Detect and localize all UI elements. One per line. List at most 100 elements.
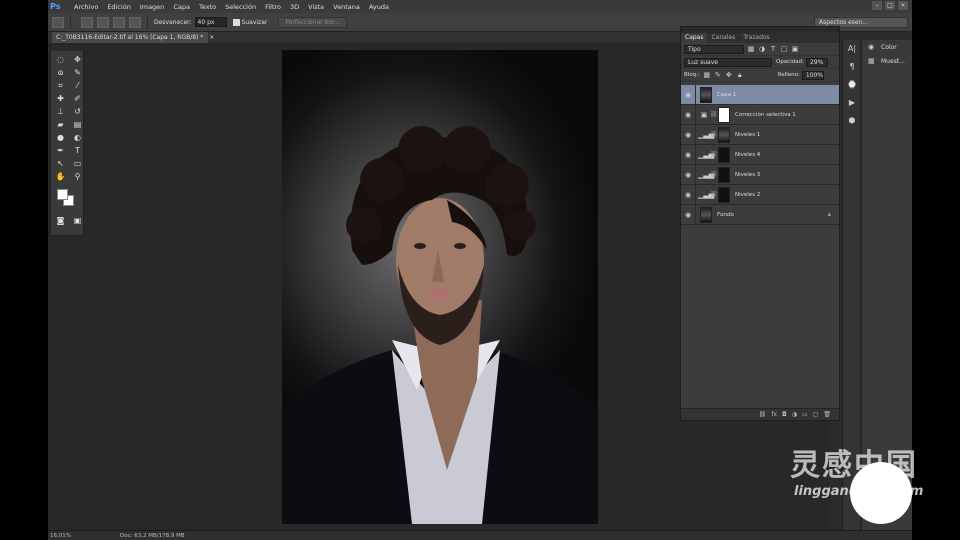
menu-3d[interactable]: 3D	[290, 3, 299, 11]
link-chain-icon[interactable]: ⛓	[710, 111, 718, 118]
dodge-tool-icon[interactable]: ◐	[70, 132, 85, 144]
mask-thumbnail[interactable]	[718, 126, 730, 143]
tab-trazados[interactable]: Trazados	[739, 33, 773, 43]
menu-texto[interactable]: Texto	[199, 3, 216, 11]
new-layer-icon[interactable]: ▢	[813, 411, 819, 418]
minimize-button[interactable]: –	[872, 1, 882, 10]
document-tab[interactable]: C:_T0B3116-Editar-2.tif al 16% (Capa 1, …	[52, 32, 214, 43]
document-info[interactable]: Doc: 63,2 MB/178,9 MB	[120, 533, 185, 539]
type-tool-icon[interactable]: T	[70, 145, 85, 157]
hand-tool-icon[interactable]: ✋	[53, 171, 68, 183]
brush-tool-icon[interactable]: ✐	[70, 93, 85, 105]
layer-name[interactable]: Niveles 4	[735, 152, 760, 158]
mask-icon[interactable]: ◘	[782, 411, 787, 418]
link-icon[interactable]: ⛓	[759, 411, 767, 418]
lasso-preset-icon[interactable]	[52, 16, 64, 28]
visibility-eye-icon[interactable]: ◉	[681, 131, 695, 139]
quick-select-tool-icon[interactable]: ✎	[70, 67, 85, 79]
feather-input[interactable]: 40 px	[194, 17, 227, 27]
pixel-filter-icon[interactable]: ▦	[747, 45, 755, 53]
character-panel-icon[interactable]: A|	[843, 40, 861, 58]
clone-stamp-tool-icon[interactable]: ⊥	[53, 106, 68, 118]
pen-tool-icon[interactable]: ✒	[53, 145, 68, 157]
menu-edicion[interactable]: Edición	[107, 3, 131, 11]
blend-mode-select[interactable]: Luz suave	[684, 57, 772, 67]
menu-filtro[interactable]: Filtro	[265, 3, 281, 11]
smart-object-filter-icon[interactable]: ▣	[791, 45, 799, 53]
adjustment-filter-icon[interactable]: ◑	[758, 45, 766, 53]
eyedropper-tool-icon[interactable]: ⁄	[70, 80, 85, 92]
opacity-input[interactable]: 29%	[805, 57, 828, 67]
adjustment-icon[interactable]: ◑	[792, 411, 797, 418]
visibility-eye-icon[interactable]: ◉	[681, 171, 695, 179]
layer-row-fondo[interactable]: ◉ Fondo 🔒︎	[681, 204, 839, 225]
blur-tool-icon[interactable]: ●	[53, 132, 68, 144]
lock-all-icon[interactable]: 🔒︎	[736, 71, 744, 79]
3d-panel-icon[interactable]: ⬢	[843, 112, 861, 130]
quick-mask-icon[interactable]: ◙	[53, 215, 68, 227]
type-filter-icon[interactable]: T	[769, 45, 777, 53]
path-select-tool-icon[interactable]: ↖	[53, 158, 68, 170]
shape-filter-icon[interactable]: ▢	[780, 45, 788, 53]
layer-row-capa-1[interactable]: ◉ Capa 1	[681, 84, 839, 105]
menu-capa[interactable]: Capa	[173, 3, 190, 11]
history-brush-tool-icon[interactable]: ↺	[70, 106, 85, 118]
crop-tool-icon[interactable]: ⌗	[53, 80, 68, 92]
visibility-eye-icon[interactable]: ◉	[681, 191, 695, 199]
antialias-checkbox[interactable]	[232, 18, 240, 26]
document-tab-close-icon[interactable]: ×	[209, 34, 214, 41]
lock-position-icon[interactable]: ✥	[725, 71, 733, 79]
layer-row-niveles-3[interactable]: ◉ ▁▃▅ ⛓ Niveles 3	[681, 164, 839, 185]
mask-thumbnail[interactable]	[718, 186, 730, 203]
layer-name[interactable]: Niveles 1	[735, 132, 760, 138]
intersect-selection-icon[interactable]	[129, 16, 141, 28]
layer-row-niveles-2[interactable]: ◉ ▁▃▅ ⛓ Niveles 2	[681, 184, 839, 205]
gradient-tool-icon[interactable]: ▤	[70, 119, 85, 131]
fx-icon[interactable]: fx	[771, 411, 777, 418]
portrait-photo[interactable]	[282, 50, 598, 524]
subtract-selection-icon[interactable]	[113, 16, 125, 28]
paragraph-panel-icon[interactable]: ¶	[843, 58, 861, 76]
link-chain-icon[interactable]: ⛓	[710, 151, 718, 158]
eraser-tool-icon[interactable]: ▰	[53, 119, 68, 131]
menu-archivo[interactable]: Archivo	[74, 3, 98, 11]
menu-ayuda[interactable]: Ayuda	[369, 3, 389, 11]
marquee-tool-icon[interactable]: ◌	[53, 54, 68, 66]
refine-edge-button[interactable]: Perfeccionar bor...	[278, 16, 347, 28]
group-icon[interactable]: ▭	[802, 411, 808, 418]
filter-kind-select[interactable]: Tipo	[684, 44, 744, 54]
lock-paint-icon[interactable]: ✎	[714, 71, 722, 79]
lock-pixels-icon[interactable]: ▦	[703, 71, 711, 79]
layer-row-niveles-1[interactable]: ◉ ▁▃▅ ⛓ Niveles 1	[681, 124, 839, 145]
shape-tool-icon[interactable]: ▭	[70, 158, 85, 170]
zoom-tool-icon[interactable]: ⚲	[70, 171, 85, 183]
screen-mode-icon[interactable]: ▣	[70, 215, 85, 227]
menu-vista[interactable]: Vista	[308, 3, 324, 11]
mask-thumbnail[interactable]	[718, 166, 730, 183]
history-panel-icon[interactable]: ⌚	[843, 76, 861, 94]
zoom-level[interactable]: 16,01%	[50, 533, 80, 539]
color-panel-item[interactable]: ◉ Color	[862, 40, 912, 54]
move-tool-icon[interactable]: ✥	[70, 54, 85, 66]
layer-name[interactable]: Corrección selectiva 1	[735, 112, 796, 118]
menu-seleccion[interactable]: Selección	[225, 3, 256, 11]
add-selection-icon[interactable]	[97, 16, 109, 28]
link-chain-icon[interactable]: ⛓	[710, 171, 718, 178]
layer-name[interactable]: Capa 1	[717, 92, 736, 98]
actions-panel-icon[interactable]: ▶	[843, 94, 861, 112]
link-chain-icon[interactable]: ⛓	[710, 191, 718, 198]
layer-name[interactable]: Fondo	[717, 212, 734, 218]
layer-name[interactable]: Niveles 3	[735, 172, 760, 178]
fill-input[interactable]: 100%	[801, 70, 824, 80]
mask-thumbnail[interactable]	[718, 106, 730, 123]
tab-canales[interactable]: Canales	[707, 33, 739, 43]
new-selection-icon[interactable]	[81, 16, 93, 28]
visibility-eye-icon[interactable]: ◉	[681, 111, 695, 119]
foreground-color-swatch[interactable]	[57, 189, 68, 200]
visibility-eye-icon[interactable]: ◉	[681, 91, 695, 99]
swatches-panel-item[interactable]: ▦ Muest...	[862, 54, 912, 68]
layer-row-niveles-4[interactable]: ◉ ▁▃▅ ⛓ Niveles 4	[681, 144, 839, 165]
menu-imagen[interactable]: Imagen	[140, 3, 164, 11]
menu-ventana[interactable]: Ventana	[333, 3, 360, 11]
healing-brush-tool-icon[interactable]: ✚	[53, 93, 68, 105]
